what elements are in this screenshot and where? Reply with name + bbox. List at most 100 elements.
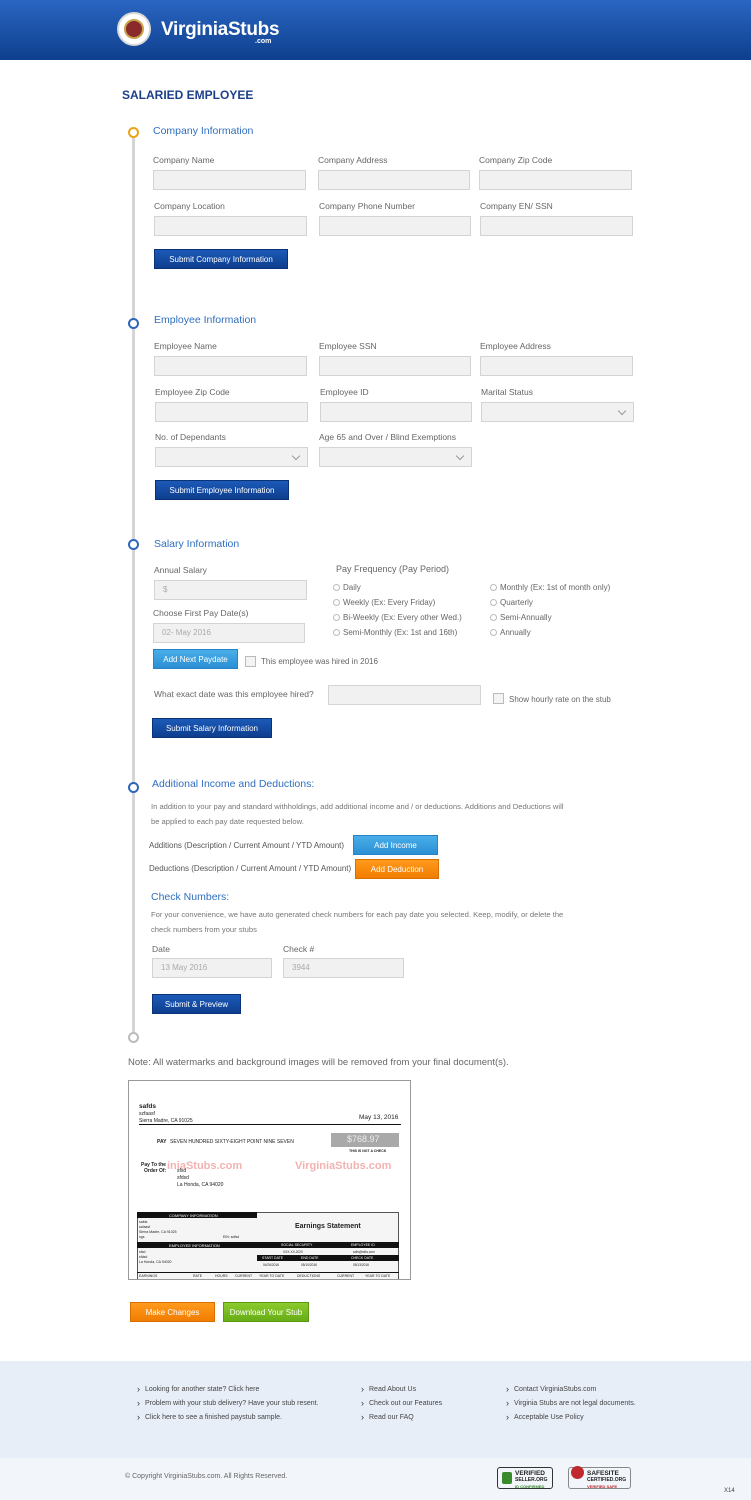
check-date-label: Date	[152, 944, 170, 954]
company-location-input[interactable]	[154, 216, 307, 236]
freq-semimonthly-radio[interactable]: Semi-Monthly (Ex: 1st and 16th)	[333, 628, 457, 637]
annual-salary-input[interactable]: $	[154, 580, 307, 600]
employee-ssn-input[interactable]	[319, 356, 471, 376]
stub-col-earnings: EARNINGS	[139, 1274, 158, 1278]
timeline-line	[132, 136, 135, 1034]
footer-link-legal[interactable]: Virginia Stubs are not legal documents.	[506, 1398, 636, 1408]
hired-2016-checkbox[interactable]	[245, 656, 256, 667]
stub-payee-city: La Honda, CA 94020	[177, 1182, 224, 1188]
employee-name-label: Employee Name	[154, 341, 217, 351]
age-exemptions-select[interactable]	[319, 447, 472, 467]
footer-link-features[interactable]: Check out our Features	[361, 1398, 442, 1408]
employee-zip-label: Employee Zip Code	[155, 387, 230, 397]
make-changes-button[interactable]: Make Changes	[130, 1302, 215, 1322]
hired-date-input[interactable]	[328, 685, 481, 705]
submit-company-button[interactable]: Submit Company Information	[154, 249, 288, 269]
company-name-input[interactable]	[153, 170, 306, 190]
company-ein-input[interactable]	[480, 216, 633, 236]
company-name-label: Company Name	[153, 155, 215, 165]
stub-social-label: SOCIAL SECURITY	[281, 1243, 313, 1247]
employee-id-input[interactable]	[320, 402, 472, 422]
footer-link-resend[interactable]: Problem with your stub delivery? Have yo…	[137, 1398, 319, 1408]
footer-link-policy[interactable]: Acceptable Use Policy	[506, 1412, 584, 1422]
freq-biweekly-radio[interactable]: Bi-Weekly (Ex: Every other Wed.)	[333, 613, 462, 622]
hired-2016-label: This employee was hired in 2016	[261, 657, 378, 666]
marital-status-select[interactable]	[481, 402, 634, 422]
timeline-dot-company	[128, 127, 139, 138]
submit-salary-button[interactable]: Submit Salary Information	[152, 718, 272, 738]
stub-col-rate: RATE	[193, 1274, 203, 1278]
stub-ei-line1: sfsd	[139, 1250, 146, 1254]
company-zip-label: Company Zip Code	[479, 155, 553, 165]
stub-company-name: safds	[139, 1103, 156, 1110]
stub-end-value: 05/10/2016	[301, 1263, 317, 1267]
add-income-button[interactable]: Add Income	[353, 835, 438, 855]
stub-start-value: 04/26/2016	[263, 1263, 279, 1267]
stub-date: May 13, 2016	[359, 1114, 399, 1121]
footer-link-sample[interactable]: Click here to see a finished paystub sam…	[137, 1412, 282, 1422]
timeline-dot-employee	[128, 318, 139, 329]
timeline-dot-salary	[128, 539, 139, 550]
employee-address-input[interactable]	[480, 356, 633, 376]
hourly-rate-checkbox[interactable]	[493, 693, 504, 704]
footer-link-another-state[interactable]: Looking for another state? Click here	[137, 1384, 259, 1394]
download-stub-button[interactable]: Download Your Stub	[223, 1302, 309, 1322]
stub-col-hours: HOURS	[215, 1274, 228, 1278]
stub-check-value: 05/13/2016	[353, 1263, 369, 1267]
footer-link-contact[interactable]: Contact VirginiaStubs.com	[506, 1384, 596, 1394]
footer-link-faq[interactable]: Read our FAQ	[361, 1412, 414, 1422]
employee-zip-input[interactable]	[155, 402, 308, 422]
stub-id-value: sdfs@sfds.com	[353, 1250, 375, 1254]
stub-ci-line2: szfaasf	[139, 1225, 151, 1229]
submit-employee-button[interactable]: Submit Employee Information	[155, 480, 289, 500]
stub-ein: EIN: sdfsd	[223, 1235, 240, 1239]
stub-ci-line1: safds	[139, 1220, 148, 1224]
employee-name-input[interactable]	[154, 356, 307, 376]
company-address-input[interactable]	[318, 170, 470, 190]
additional-desc-line1: In addition to your pay and standard wit…	[151, 802, 564, 811]
hourly-rate-label: Show hourly rate on the stub	[509, 695, 611, 704]
freq-semiannually-radio[interactable]: Semi-Annually	[490, 613, 552, 622]
company-zip-input[interactable]	[479, 170, 632, 190]
company-section-title: Company Information	[153, 125, 254, 137]
check-date-input[interactable]: 13 May 2016	[152, 958, 272, 978]
company-phone-input[interactable]	[319, 216, 471, 236]
stub-end-date-label: END DATE	[301, 1256, 319, 1260]
dependants-label: No. of Dependants	[155, 432, 226, 442]
freq-daily-radio[interactable]: Daily	[333, 583, 361, 592]
check-desc-line2: check numbers from your stubs	[151, 925, 257, 934]
freq-quarterly-radio[interactable]: Quarterly	[490, 598, 533, 607]
additions-label: Additions (Description / Current Amount …	[149, 841, 345, 850]
company-location-label: Company Location	[154, 201, 225, 211]
stub-col-ytd: YEAR TO DATE	[259, 1274, 285, 1278]
first-pay-date-input[interactable]: 02- May 2016	[153, 623, 305, 643]
verified-seller-badge[interactable]: VERIFIED SELLER.ORG ID CONFIRMED	[497, 1467, 553, 1489]
stub-watermark-right: VirginiaStubs.com	[295, 1160, 392, 1172]
freq-monthly-radio[interactable]: Monthly (Ex: 1st of month only)	[490, 583, 610, 592]
check-number-label: Check #	[283, 944, 315, 954]
submit-preview-button[interactable]: Submit & Preview	[152, 994, 241, 1014]
freq-annually-radio[interactable]: Annually	[490, 628, 531, 637]
timeline-dot-end	[128, 1032, 139, 1043]
add-deduction-button[interactable]: Add Deduction	[355, 859, 439, 879]
safesite-badge[interactable]: SAFESITE CERTIFIED.ORG VERIFIED SAFE	[568, 1466, 631, 1489]
check-number-input[interactable]: 3944	[283, 958, 404, 978]
additional-desc-line2: be applied to each pay date requested be…	[151, 817, 304, 826]
employee-ssn-label: Employee SSN	[319, 341, 377, 351]
shield-check-icon	[502, 1472, 512, 1484]
dependants-select[interactable]	[155, 447, 308, 467]
virginia-seal-logo[interactable]	[117, 12, 151, 46]
badge1-line3: ID CONFIRMED	[515, 1484, 545, 1489]
add-next-paydate-button[interactable]: Add Next Paydate	[153, 649, 238, 669]
stub-pay-label: PAY	[157, 1139, 167, 1145]
employee-address-label: Employee Address	[480, 341, 551, 351]
stub-employee-id-label: EMPLOYEE ID	[351, 1243, 375, 1247]
timeline-dot-additional	[128, 782, 139, 793]
footer-link-about[interactable]: Read About Us	[361, 1384, 416, 1394]
marital-status-label: Marital Status	[481, 387, 533, 397]
freq-weekly-radio[interactable]: Weekly (Ex: Every Friday)	[333, 598, 435, 607]
stub-rule	[139, 1124, 401, 1125]
stub-company-info: COMPANY INFORMATION	[169, 1213, 218, 1218]
age-exemptions-label: Age 65 and Over / Blind Exemptions	[319, 432, 457, 442]
company-address-label: Company Address	[318, 155, 388, 165]
